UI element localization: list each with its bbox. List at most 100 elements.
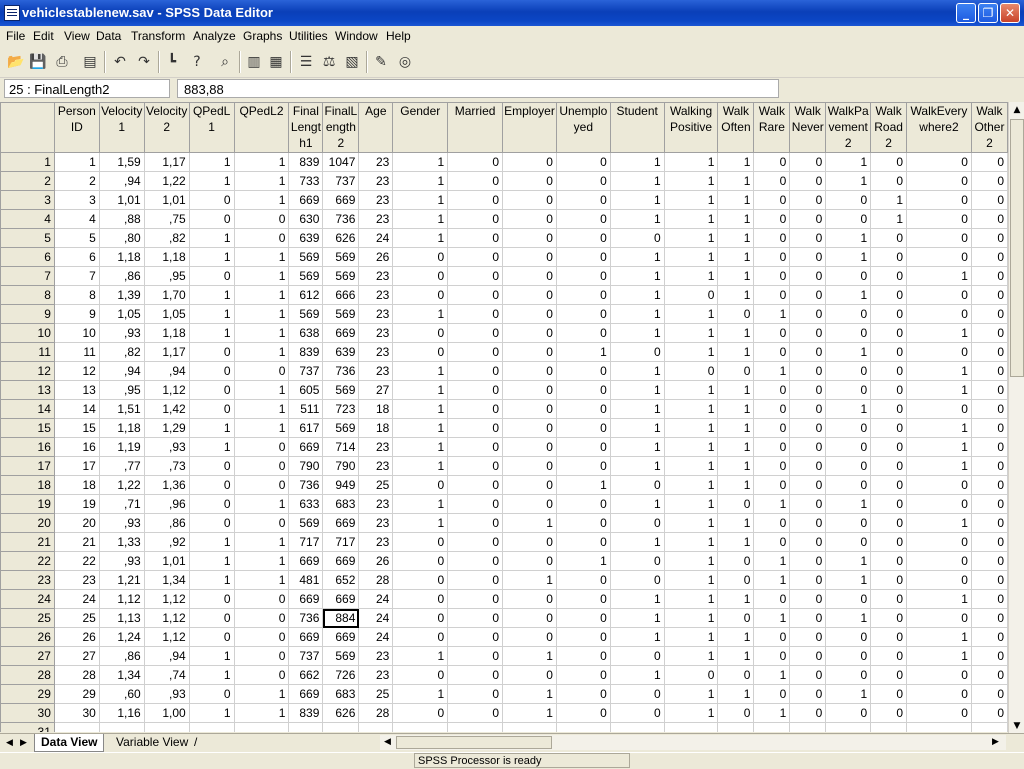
data-cell[interactable]: 714	[322, 437, 360, 457]
data-cell[interactable]: 23	[358, 646, 394, 666]
data-cell[interactable]: 0	[392, 589, 449, 609]
data-cell[interactable]: 0	[753, 266, 791, 286]
data-cell[interactable]: 0	[447, 456, 504, 476]
data-cell[interactable]: 0	[556, 399, 611, 419]
data-cell[interactable]: 1	[870, 190, 908, 210]
data-cell[interactable]: 0	[447, 589, 504, 609]
data-cell[interactable]: 0	[825, 665, 872, 685]
data-cell[interactable]: 0	[870, 665, 908, 685]
data-cell[interactable]: 0	[825, 380, 872, 400]
data-cell[interactable]: 1	[502, 513, 557, 533]
data-cell[interactable]: 0	[789, 532, 827, 552]
column-header[interactable]: Walk Often	[717, 102, 755, 153]
data-cell[interactable]: 0	[234, 608, 290, 628]
data-cell[interactable]: 0	[753, 589, 791, 609]
data-cell[interactable]: 0	[971, 532, 1008, 552]
data-cell[interactable]: 26	[358, 247, 394, 267]
data-cell[interactable]: 0	[234, 475, 290, 495]
data-cell[interactable]	[144, 722, 190, 732]
data-cell[interactable]: 28	[54, 665, 100, 685]
data-cell[interactable]: 1	[189, 228, 235, 248]
data-cell[interactable]: 1,39	[99, 285, 145, 305]
row-header[interactable]: 22	[0, 551, 55, 571]
data-cell[interactable]: 0	[825, 304, 872, 324]
data-cell[interactable]	[322, 722, 360, 732]
data-cell[interactable]: 0	[189, 589, 235, 609]
data-cell[interactable]: 0	[392, 703, 449, 723]
column-header[interactable]: WalkPavement2	[825, 102, 872, 153]
data-cell[interactable]: 0	[447, 190, 504, 210]
menu-view[interactable]: View	[64, 29, 90, 43]
data-cell[interactable]: 1	[610, 494, 665, 514]
data-cell[interactable]: 1	[392, 513, 449, 533]
data-cell[interactable]: 0	[392, 266, 449, 286]
row-header[interactable]: 30	[0, 703, 55, 723]
data-cell[interactable]: 1	[610, 627, 665, 647]
find-binoculars-icon[interactable]: ⌕	[215, 52, 235, 72]
data-cell[interactable]: 612	[288, 285, 324, 305]
data-cell[interactable]: 0	[502, 190, 557, 210]
data-cell[interactable]: 0	[825, 475, 872, 495]
data-cell[interactable]: 30	[54, 703, 100, 723]
data-cell[interactable]: 511	[288, 399, 324, 419]
data-cell[interactable]: 1	[392, 418, 449, 438]
data-cell[interactable]	[99, 722, 145, 732]
data-cell[interactable]: 0	[610, 646, 665, 666]
data-cell[interactable]: 0	[753, 209, 791, 229]
data-cell[interactable]: 569	[288, 247, 324, 267]
data-cell[interactable]: 1,22	[99, 475, 145, 495]
data-cell[interactable]: 0	[789, 475, 827, 495]
data-cell[interactable]: 0	[502, 589, 557, 609]
data-cell[interactable]	[870, 722, 908, 732]
data-cell[interactable]: 1	[610, 589, 665, 609]
data-cell[interactable]: 0	[906, 190, 972, 210]
data-cell[interactable]: 0	[392, 323, 449, 343]
row-header[interactable]: 12	[0, 361, 55, 381]
data-cell[interactable]	[610, 722, 665, 732]
data-cell[interactable]: 1	[825, 399, 872, 419]
data-cell[interactable]: 1	[610, 380, 665, 400]
data-cell[interactable]: 1,13	[99, 608, 145, 628]
data-cell[interactable]: 0	[971, 494, 1008, 514]
data-cell[interactable]: 1,12	[144, 380, 190, 400]
data-cell[interactable]: 0	[753, 399, 791, 419]
data-cell[interactable]: 0	[556, 665, 611, 685]
row-header[interactable]: 3	[0, 190, 55, 210]
data-cell[interactable]: 0	[870, 551, 908, 571]
data-cell[interactable]: 0	[717, 304, 755, 324]
data-cell[interactable]: 0	[234, 589, 290, 609]
data-cell[interactable]: 1,34	[144, 570, 190, 590]
data-cell[interactable]: 1	[610, 247, 665, 267]
data-cell[interactable]: ,73	[144, 456, 190, 476]
data-cell[interactable]: 0	[971, 665, 1008, 685]
data-cell[interactable]: 1,17	[144, 342, 190, 362]
data-cell[interactable]: 1	[664, 399, 719, 419]
row-header[interactable]: 8	[0, 285, 55, 305]
data-cell[interactable]: 1	[664, 456, 719, 476]
data-cell[interactable]: ,93	[99, 513, 145, 533]
data-cell[interactable]: 638	[288, 323, 324, 343]
data-cell[interactable]: 0	[447, 380, 504, 400]
data-cell[interactable]: ,93	[144, 437, 190, 457]
insert-cases-icon[interactable]: ▥	[244, 52, 264, 72]
data-cell[interactable]: 0	[825, 627, 872, 647]
data-cell[interactable]: 15	[54, 418, 100, 438]
data-cell[interactable]: ,94	[99, 361, 145, 381]
data-cell[interactable]: 0	[610, 551, 665, 571]
data-cell[interactable]: 12	[54, 361, 100, 381]
restore-button[interactable]: ❐	[978, 3, 998, 23]
data-cell[interactable]: 0	[870, 475, 908, 495]
data-cell[interactable]: 0	[789, 513, 827, 533]
data-cell[interactable]: 1	[234, 304, 290, 324]
data-cell[interactable]: 662	[288, 665, 324, 685]
data-cell[interactable]: 0	[906, 285, 972, 305]
data-cell[interactable]: ,93	[99, 551, 145, 571]
data-cell[interactable]: 0	[870, 456, 908, 476]
data-cell[interactable]: 0	[502, 399, 557, 419]
data-cell[interactable]: 1,19	[99, 437, 145, 457]
goto-case-icon[interactable]: ?	[187, 52, 207, 72]
data-cell[interactable]: 1	[825, 570, 872, 590]
data-cell[interactable]: ,71	[99, 494, 145, 514]
data-cell[interactable]: 1,42	[144, 399, 190, 419]
data-cell[interactable]	[971, 722, 1008, 732]
